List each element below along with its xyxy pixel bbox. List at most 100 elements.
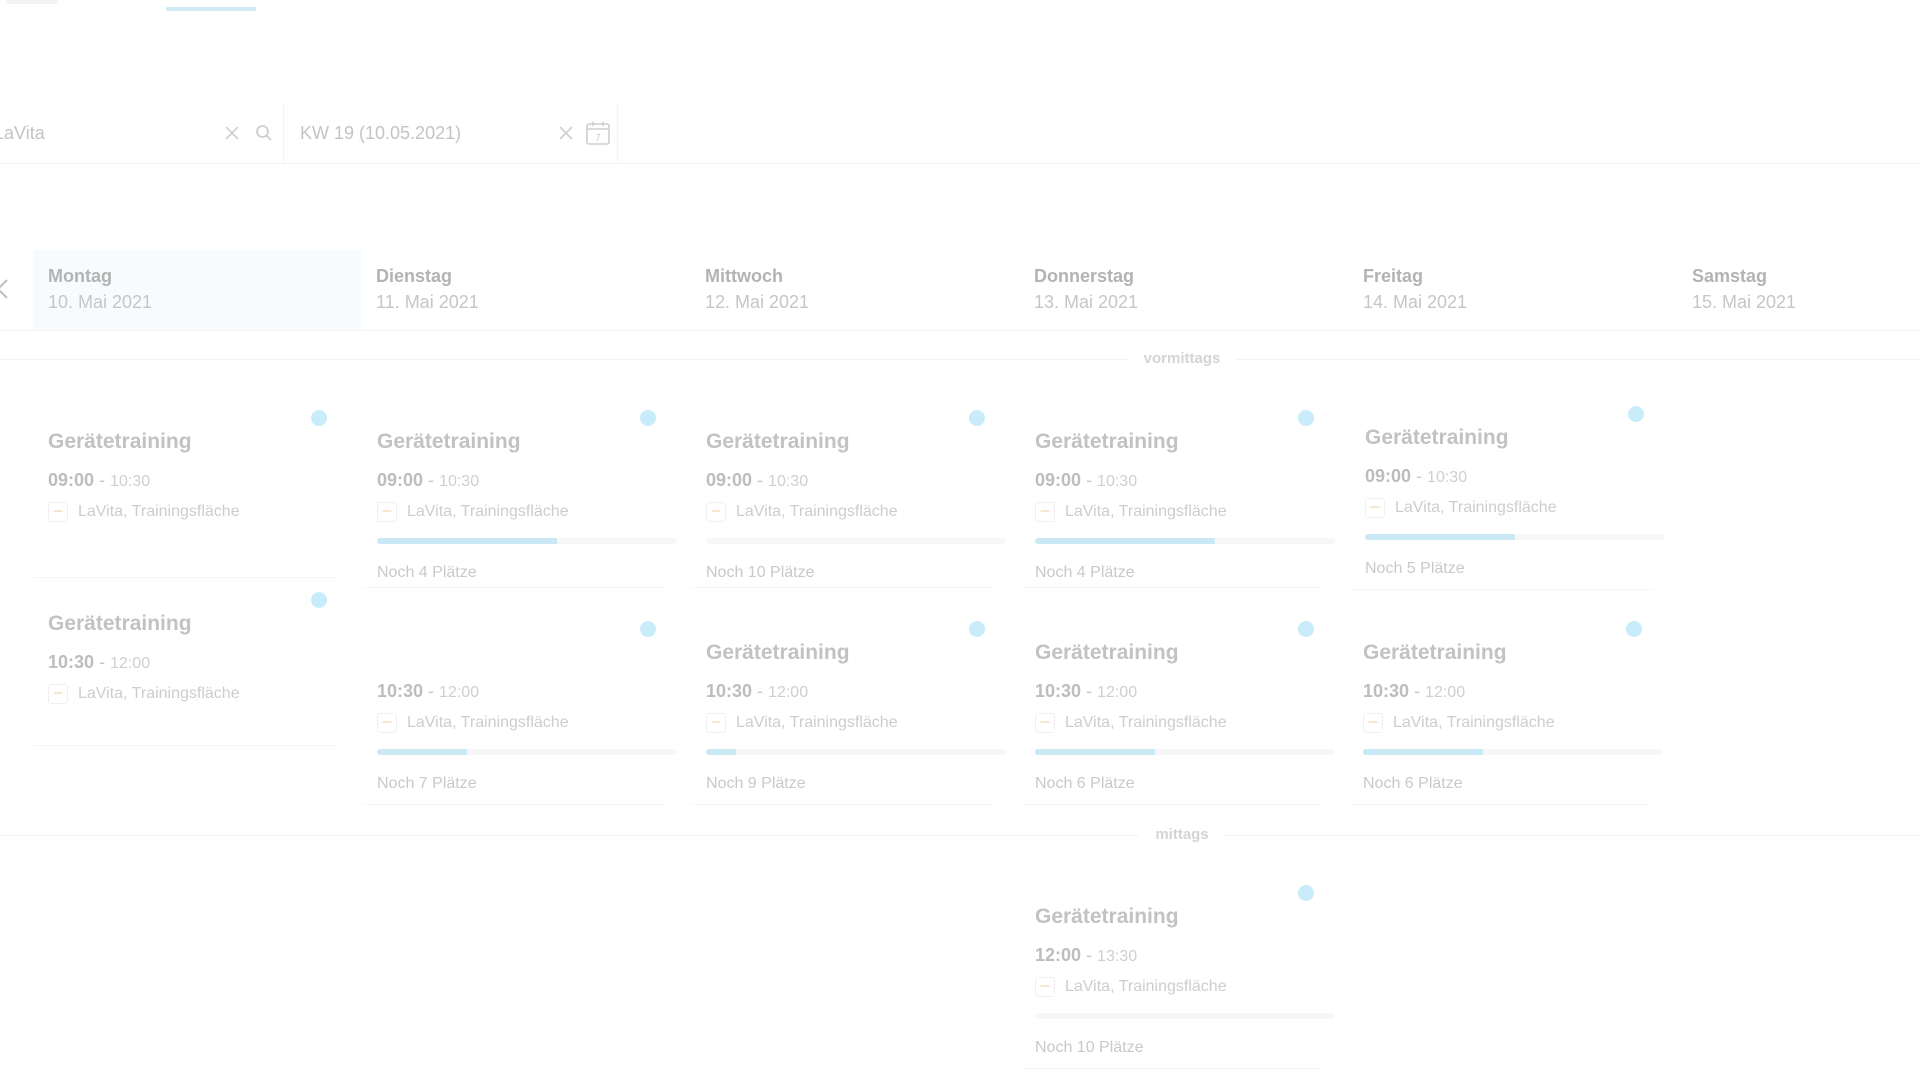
status-dot — [311, 592, 327, 608]
capacity-fill — [377, 538, 557, 544]
week-picker-field[interactable]: KW 19 (10.05.2021) 7 — [286, 104, 618, 162]
time-separator: - — [94, 652, 111, 672]
location-label: LaVita, Trainingsfläche — [736, 503, 898, 520]
section-label: vormittags — [1127, 350, 1237, 367]
capacity-bar — [1363, 749, 1663, 755]
status-dot — [969, 621, 985, 637]
divider — [0, 835, 1920, 836]
course-location: LaVita, Trainingsfläche — [706, 713, 898, 733]
start-time: 09:00 — [377, 470, 424, 490]
week-picker-input[interactable]: KW 19 (10.05.2021) — [300, 123, 553, 144]
course-card[interactable]: 10:30 - 12:00 LaVita, Trainingsfläche No… — [362, 613, 677, 805]
course-card[interactable]: Gerätetraining 09:00 - 10:30 LaVita, Tra… — [691, 402, 1006, 588]
course-title: Gerätetraining — [706, 641, 850, 664]
course-location: LaVita, Trainingsfläche — [1035, 977, 1227, 997]
day-header-mittwoch[interactable]: Mittwoch 12. Mai 2021 — [690, 250, 1018, 330]
location-icon — [1365, 498, 1385, 518]
capacity-bar — [706, 538, 1006, 544]
course-location: LaVita, Trainingsfläche — [1035, 502, 1227, 522]
day-date: 13. Mai 2021 — [1034, 292, 1139, 312]
day-header-dienstag[interactable]: Dienstag 11. Mai 2021 — [361, 250, 689, 330]
end-time: 12:00 — [1097, 684, 1138, 701]
calendar-icon[interactable]: 7 — [585, 120, 611, 146]
location-search-input[interactable]: LaVita — [0, 123, 219, 144]
capacity-bar — [1035, 1013, 1335, 1019]
status-dot — [640, 621, 656, 637]
day-date: 10. Mai 2021 — [48, 292, 153, 312]
course-card[interactable]: Gerätetraining 09:00 - 10:30 LaVita, Tra… — [1350, 398, 1665, 590]
section-mittags: mittags — [0, 826, 1920, 846]
time-separator: - — [1409, 681, 1426, 701]
course-card[interactable]: Gerätetraining 09:00 - 10:30 LaVita, Tra… — [33, 402, 337, 578]
location-icon — [1035, 502, 1055, 522]
day-date: 12. Mai 2021 — [705, 292, 810, 312]
course-title: Gerätetraining — [1365, 426, 1509, 449]
location-label: LaVita, Trainingsfläche — [1395, 499, 1557, 516]
course-card[interactable]: Gerätetraining 12:00 - 13:30 LaVita, Tra… — [1020, 877, 1335, 1069]
divider — [0, 330, 1920, 331]
course-title: Gerätetraining — [48, 612, 192, 635]
places-left: Noch 7 Plätze — [377, 775, 477, 792]
day-name: Montag — [48, 266, 112, 286]
start-time: 10:30 — [1363, 681, 1410, 701]
course-title: Gerätetraining — [1035, 905, 1179, 928]
course-card[interactable]: Gerätetraining 09:00 - 10:30 LaVita, Tra… — [362, 402, 677, 588]
location-icon — [377, 713, 397, 733]
time-separator: - — [423, 470, 440, 490]
course-card[interactable]: Gerätetraining 10:30 - 12:00 LaVita, Tra… — [691, 613, 1006, 805]
course-card[interactable]: Gerätetraining 10:30 - 12:00 LaVita, Tra… — [1020, 613, 1335, 805]
search-icon[interactable] — [251, 120, 277, 146]
location-icon — [48, 684, 68, 704]
end-time: 12:00 — [1425, 684, 1466, 701]
course-card[interactable]: Gerätetraining 10:30 - 12:00 LaVita, Tra… — [33, 584, 337, 746]
end-time: 12:00 — [110, 655, 151, 672]
course-title: Gerätetraining — [706, 430, 850, 453]
svg-text:7: 7 — [595, 133, 601, 144]
capacity-fill — [1035, 538, 1215, 544]
end-time: 13:30 — [1097, 948, 1138, 965]
capacity-bar — [377, 538, 677, 544]
day-header-montag[interactable]: Montag 10. Mai 2021 — [33, 250, 361, 330]
course-location: LaVita, Trainingsfläche — [48, 502, 240, 522]
course-time: 09:00 - 10:30 — [377, 470, 479, 491]
time-separator: - — [1411, 466, 1428, 486]
capacity-fill — [377, 749, 467, 755]
end-time: 10:30 — [439, 473, 480, 490]
location-label: LaVita, Trainingsfläche — [1065, 978, 1227, 995]
start-time: 12:00 — [1035, 945, 1082, 965]
start-time: 10:30 — [377, 681, 424, 701]
chevron-left-icon[interactable] — [0, 276, 16, 302]
status-dot — [969, 410, 985, 426]
close-icon[interactable] — [219, 120, 245, 146]
location-search-field[interactable]: LaVita — [0, 104, 284, 162]
day-name: Dienstag — [376, 266, 453, 286]
day-name: Mittwoch — [705, 266, 783, 286]
top-tab[interactable] — [6, 0, 58, 4]
course-title: Gerätetraining — [1363, 641, 1507, 664]
course-location: LaVita, Trainingsfläche — [377, 502, 569, 522]
course-location: LaVita, Trainingsfläche — [1363, 713, 1555, 733]
end-time: 10:30 — [1097, 473, 1138, 490]
close-icon[interactable] — [553, 120, 579, 146]
course-title: Gerätetraining — [1035, 641, 1179, 664]
capacity-fill — [1363, 749, 1483, 755]
day-header-freitag[interactable]: Freitag 14. Mai 2021 — [1348, 250, 1676, 330]
course-location: LaVita, Trainingsfläche — [706, 502, 898, 522]
course-location: LaVita, Trainingsfläche — [1035, 713, 1227, 733]
time-separator: - — [1081, 681, 1098, 701]
time-separator: - — [752, 470, 769, 490]
end-time: 12:00 — [768, 684, 809, 701]
course-title: Gerätetraining — [1035, 430, 1179, 453]
start-time: 10:30 — [48, 652, 95, 672]
status-dot — [640, 410, 656, 426]
end-time: 10:30 — [768, 473, 809, 490]
course-card[interactable]: Gerätetraining 10:30 - 12:00 LaVita, Tra… — [1348, 613, 1663, 805]
places-left: Noch 9 Plätze — [706, 775, 806, 792]
course-time: 09:00 - 10:30 — [1035, 470, 1137, 491]
day-header-donnerstag[interactable]: Donnerstag 13. Mai 2021 — [1019, 250, 1347, 330]
course-card[interactable]: Gerätetraining 09:00 - 10:30 LaVita, Tra… — [1020, 402, 1335, 588]
location-icon — [1035, 977, 1055, 997]
location-label: LaVita, Trainingsfläche — [407, 503, 569, 520]
day-header-samstag[interactable]: Samstag 15. Mai 2021 — [1677, 250, 1920, 330]
course-time: 12:00 - 13:30 — [1035, 945, 1137, 966]
